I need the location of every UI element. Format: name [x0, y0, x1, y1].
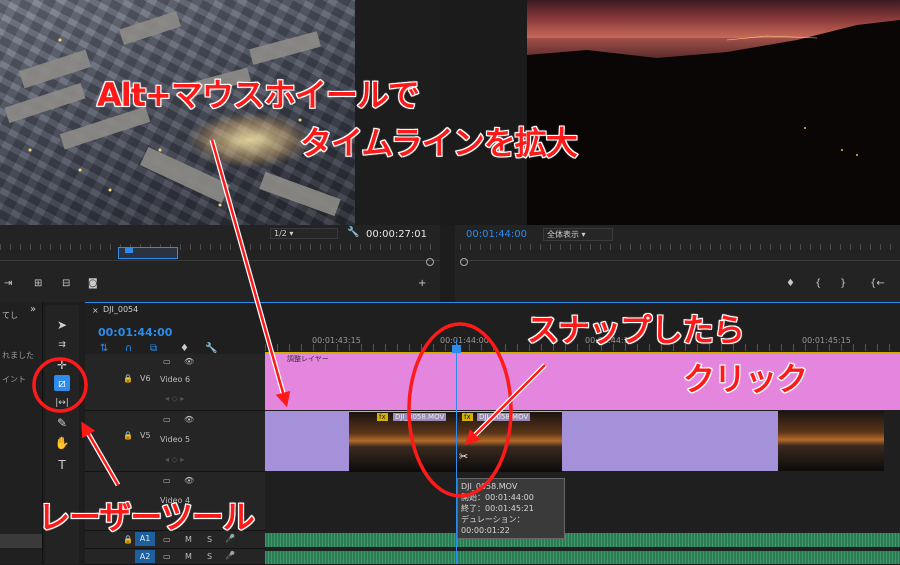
annotation-razor-label: レーザーツール	[37, 497, 256, 537]
zoom-arrow-red	[210, 139, 291, 408]
razor-circle	[32, 357, 88, 413]
annotation-snap-line2: クリック	[682, 359, 809, 399]
razor-arrow	[81, 421, 120, 486]
annotation-zoom-line2: タイムラインを拡大	[299, 123, 579, 163]
annotation-zoom-line1: Alt+マウスホイールで	[96, 75, 421, 115]
annotation-snap-line1: スナップしたら	[526, 310, 746, 350]
snap-ellipse	[407, 322, 513, 498]
